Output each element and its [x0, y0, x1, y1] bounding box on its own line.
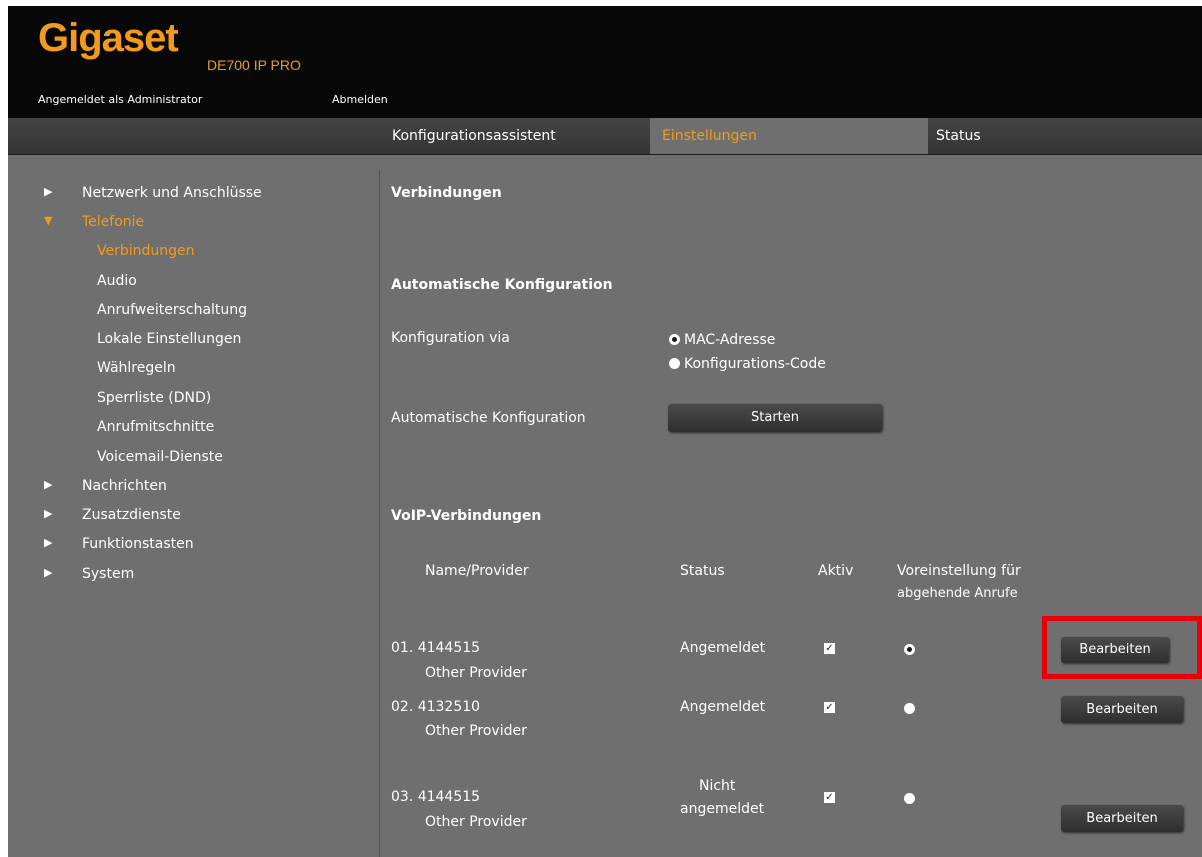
column-header-active: Aktiv: [818, 563, 854, 579]
sidebar-subitem-call-forwarding[interactable]: Anrufweiterschaltung: [97, 302, 247, 318]
sidebar: ▶ Netzwerk und Anschlüsse ▼ Telefonie Ve…: [8, 155, 379, 857]
chevron-right-icon: ▶: [44, 536, 53, 549]
sidebar-item-label: Telefonie: [82, 214, 145, 230]
radio-mac-address[interactable]: MAC-Adresse: [669, 332, 775, 348]
sidebar-subitem-connections[interactable]: Verbindungen: [97, 243, 195, 259]
sidebar-subitem-local-settings[interactable]: Lokale Einstellungen: [97, 331, 241, 347]
sidebar-subitem-audio[interactable]: Audio: [97, 273, 137, 289]
row-3-status-line2: angemeldet: [680, 801, 765, 817]
tab-settings[interactable]: Einstellungen: [650, 118, 928, 154]
row-2-status: Angemeldet: [680, 699, 766, 715]
row-2-name: 02. 4132510: [391, 699, 481, 715]
login-status: Angemeldet als Administrator: [38, 93, 203, 106]
sidebar-item-label: Nachrichten: [82, 478, 167, 494]
brand-logo: Gigaset: [38, 16, 179, 60]
sidebar-item-additional-services[interactable]: ▶ Zusatzdienste: [44, 507, 181, 523]
header: Gigaset DE700 IP PRO Angemeldet als Admi…: [8, 6, 1202, 118]
chevron-right-icon: ▶: [44, 185, 53, 198]
sidebar-item-telephony[interactable]: ▼ Telefonie: [44, 214, 145, 230]
radio-config-code[interactable]: Konfigurations-Code: [669, 356, 826, 372]
vertical-divider: [379, 170, 380, 857]
row-3-provider: Other Provider: [425, 814, 527, 830]
sidebar-subitem-block-list[interactable]: Sperrliste (DND): [97, 390, 211, 406]
sidebar-subitem-call-recordings[interactable]: Anrufmitschnitte: [97, 419, 214, 435]
main-tab-bar: Konfigurationsassistent Einstellungen St…: [8, 118, 1202, 155]
auto-config-heading: Automatische Konfiguration: [391, 277, 613, 293]
row-1-edit-button[interactable]: Bearbeiten: [1061, 637, 1169, 663]
row-1-default-radio[interactable]: [904, 644, 915, 655]
start-button[interactable]: Starten: [668, 404, 882, 432]
page-title: Verbindungen: [391, 185, 502, 201]
row-2-provider: Other Provider: [425, 723, 527, 739]
row-1-status: Angemeldet: [680, 640, 766, 656]
row-3-edit-button[interactable]: Bearbeiten: [1061, 805, 1183, 832]
column-header-default: Voreinstellung für: [897, 563, 1021, 579]
row-2-active-checkbox[interactable]: ✓: [824, 702, 835, 713]
auto-config-label: Automatische Konfiguration: [391, 410, 586, 426]
row-3-active-checkbox[interactable]: ✓: [824, 792, 835, 803]
row-1-name: 01. 4144515: [391, 640, 481, 656]
tab-configuration-wizard[interactable]: Konfigurationsassistent: [392, 118, 654, 154]
row-1-active-checkbox[interactable]: ✓: [824, 643, 835, 654]
sidebar-item-network[interactable]: ▶ Netzwerk und Anschlüsse: [44, 185, 262, 201]
row-3-default-radio[interactable]: [904, 793, 915, 804]
model-name: DE700 IP PRO: [207, 57, 301, 73]
sidebar-item-label: Zusatzdienste: [82, 507, 181, 523]
sidebar-item-label: Netzwerk und Anschlüsse: [82, 185, 262, 201]
radio-label: MAC-Adresse: [684, 332, 776, 348]
chevron-right-icon: ▶: [44, 507, 53, 520]
sidebar-subitem-voicemail[interactable]: Voicemail-Dienste: [97, 449, 223, 465]
sidebar-item-messages[interactable]: ▶ Nachrichten: [44, 478, 167, 494]
row-3-name: 03. 4144515: [391, 789, 481, 805]
sidebar-subitem-dial-rules[interactable]: Wählregeln: [97, 360, 176, 376]
radio-label: Konfigurations-Code: [684, 356, 826, 372]
voip-heading: VoIP-Verbindungen: [391, 508, 542, 524]
chevron-right-icon: ▶: [44, 478, 53, 491]
row-3-status: Nicht: [699, 778, 736, 794]
column-header-name: Name/Provider: [425, 563, 529, 579]
sidebar-item-label: Funktionstasten: [82, 536, 194, 552]
sidebar-item-label: System: [82, 566, 135, 582]
column-header-status: Status: [680, 563, 725, 579]
config-via-label: Konfiguration via: [391, 330, 510, 346]
radio-unchecked-icon: [669, 358, 680, 369]
chevron-down-icon: ▼: [44, 214, 53, 227]
column-header-default-line2: abgehende Anrufe: [897, 586, 1018, 601]
tab-status[interactable]: Status: [936, 118, 1202, 154]
radio-checked-icon: [669, 334, 680, 345]
row-2-edit-button[interactable]: Bearbeiten: [1061, 696, 1183, 723]
row-1-provider: Other Provider: [425, 665, 527, 681]
sidebar-item-system[interactable]: ▶ System: [44, 566, 135, 582]
logout-link[interactable]: Abmelden: [332, 93, 388, 106]
chevron-right-icon: ▶: [44, 566, 53, 579]
sidebar-item-function-keys[interactable]: ▶ Funktionstasten: [44, 536, 194, 552]
app-frame: Gigaset DE700 IP PRO Angemeldet als Admi…: [8, 6, 1202, 857]
row-2-default-radio[interactable]: [904, 703, 915, 714]
